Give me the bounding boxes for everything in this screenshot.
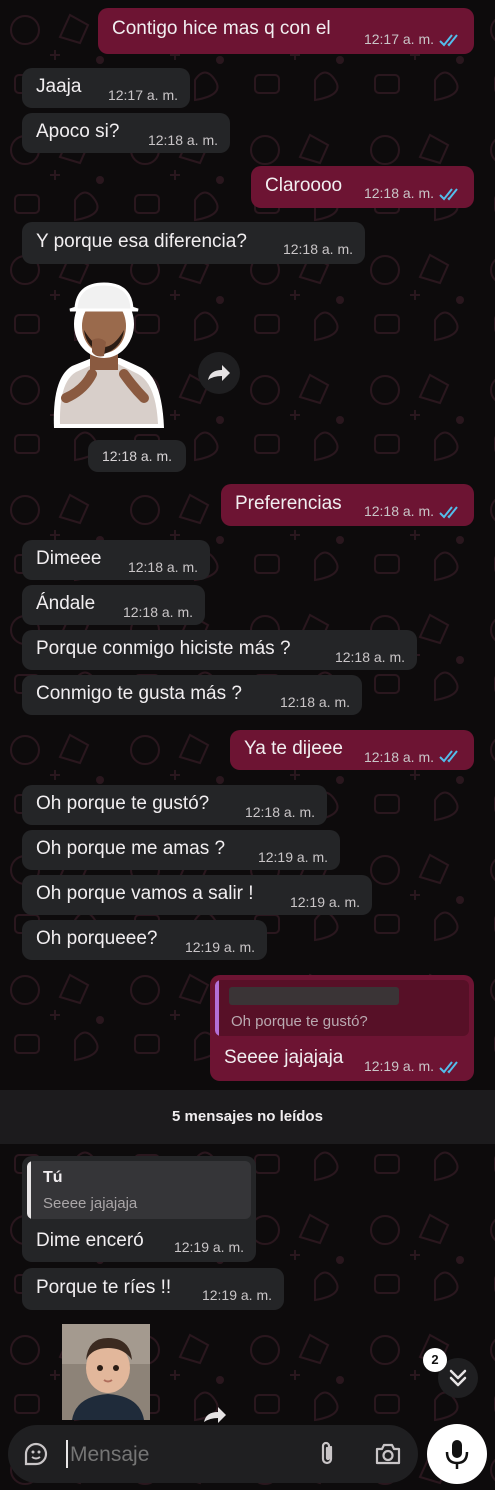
message-text: Y porque esa diferencia? — [36, 231, 247, 252]
message-text: Ándale — [36, 593, 96, 614]
message-time: 12:18 a. m. — [363, 503, 434, 519]
sticker-time: 12:18 a. m. — [88, 440, 186, 472]
message-outgoing[interactable]: Ya te dijeee 12:18 a. m. — [230, 730, 474, 770]
quote-bar — [27, 1161, 31, 1219]
reply-quote[interactable]: Tú Seeee jajajaja — [27, 1161, 251, 1219]
message-text: Porque conmigo hiciste más ? — [36, 638, 291, 659]
message-incoming[interactable]: Conmigo te gusta más ? 12:18 a. m. — [22, 675, 362, 715]
message-text: Ya te dijeee — [244, 738, 343, 759]
message-time: 12:17 a. m. — [363, 31, 434, 47]
message-incoming[interactable]: Apoco si? 12:18 a. m. — [22, 113, 230, 153]
message-incoming[interactable]: Oh porque vamos a salir ! 12:19 a. m. — [22, 875, 372, 915]
message-time: 12:18 a. m. — [122, 604, 193, 620]
message-time: 12:18 a. m. — [127, 559, 198, 575]
sticker-image[interactable] — [44, 278, 168, 436]
message-time: 12:18 a. m. — [334, 649, 405, 665]
message-text: Contigo hice mas q con el — [112, 18, 331, 39]
message-text: Jaaja — [36, 76, 82, 97]
message-time: 12:18 a. m. — [147, 132, 218, 148]
double-check-icon — [439, 188, 458, 201]
message-time: 12:18 a. m. — [363, 749, 434, 765]
forward-icon — [208, 365, 230, 381]
quote-text: Seeee jajajaja — [43, 1195, 138, 1212]
camera-icon[interactable] — [374, 1441, 402, 1467]
message-time: 12:19 a. m. — [257, 849, 328, 865]
forward-icon[interactable] — [200, 1402, 236, 1424]
message-outgoing-reply[interactable]: Oh porque te gustó? Seeee jajajaja 12:19… — [210, 975, 474, 1081]
message-time: 12:18 a. m. — [282, 241, 353, 257]
message-incoming[interactable]: Porque te ríes !! 12:19 a. m. — [22, 1268, 284, 1310]
message-text: Apoco si? — [36, 121, 120, 142]
message-text: Oh porque me amas ? — [36, 838, 226, 859]
sticker-icon[interactable] — [22, 1440, 50, 1468]
message-time: 12:19 a. m. — [184, 939, 255, 955]
message-incoming[interactable]: Porque conmigo hiciste más ? 12:18 a. m. — [22, 630, 417, 670]
message-time: 12:18 a. m. — [279, 694, 350, 710]
message-time: 12:19 a. m. — [173, 1239, 244, 1255]
message-time: 12:19 a. m. — [363, 1058, 434, 1074]
quote-author-redacted — [229, 987, 399, 1005]
message-incoming[interactable]: Y porque esa diferencia? 12:18 a. m. — [22, 222, 365, 264]
message-text: Claroooo — [265, 175, 343, 196]
message-text: Conmigo te gusta más ? — [36, 683, 242, 704]
message-text: Dime enceró — [36, 1230, 144, 1251]
double-check-icon — [439, 506, 458, 519]
double-check-icon — [439, 34, 458, 47]
double-check-icon — [439, 750, 458, 763]
message-text: Oh porque te gustó? — [36, 793, 210, 814]
message-text: Preferencias — [235, 493, 342, 514]
unread-count-badge: 2 — [423, 1348, 447, 1372]
message-composer[interactable] — [8, 1425, 418, 1483]
message-text: Oh porque vamos a salir ! — [36, 883, 254, 904]
message-text: Seeee jajajaja — [224, 1047, 344, 1068]
unread-messages-banner: 5 mensajes no leídos — [0, 1090, 495, 1144]
mic-icon — [445, 1440, 469, 1469]
message-time: 12:17 a. m. — [107, 87, 178, 103]
voice-record-button[interactable] — [427, 1424, 487, 1484]
message-input[interactable] — [68, 1437, 292, 1473]
attach-icon[interactable] — [314, 1440, 340, 1468]
message-incoming[interactable]: Oh porque te gustó? 12:18 a. m. — [22, 785, 327, 825]
message-text: Porque te ríes !! — [36, 1277, 172, 1298]
message-text: Dimeee — [36, 548, 102, 569]
quote-bar — [215, 980, 219, 1036]
quote-author: Tú — [43, 1169, 63, 1186]
message-outgoing[interactable]: Preferencias 12:18 a. m. — [221, 484, 474, 526]
message-text: Oh porqueee? — [36, 928, 158, 949]
message-time: 12:18 a. m. — [244, 804, 315, 820]
forward-button[interactable] — [198, 352, 240, 394]
message-outgoing[interactable]: Contigo hice mas q con el 12:17 a. m. — [98, 8, 474, 54]
reply-quote[interactable]: Oh porque te gustó? — [215, 980, 469, 1036]
message-time: 12:18 a. m. — [363, 185, 434, 201]
message-incoming[interactable]: Dimeee 12:18 a. m. — [22, 540, 210, 580]
message-incoming[interactable]: Oh porqueee? 12:19 a. m. — [22, 920, 267, 960]
message-incoming[interactable]: Jaaja 12:17 a. m. — [22, 68, 190, 108]
message-incoming[interactable]: Oh porque me amas ? 12:19 a. m. — [22, 830, 340, 870]
double-check-icon — [439, 1061, 458, 1074]
quote-text: Oh porque te gustó? — [231, 1013, 368, 1030]
message-time: 12:19 a. m. — [289, 894, 360, 910]
message-time: 12:19 a. m. — [201, 1287, 272, 1303]
message-outgoing[interactable]: Claroooo 12:18 a. m. — [251, 166, 474, 208]
message-incoming-reply[interactable]: Tú Seeee jajajaja Dime enceró 12:19 a. m… — [22, 1156, 256, 1262]
message-incoming[interactable]: Ándale 12:18 a. m. — [22, 585, 205, 625]
photo-image[interactable] — [62, 1324, 150, 1420]
